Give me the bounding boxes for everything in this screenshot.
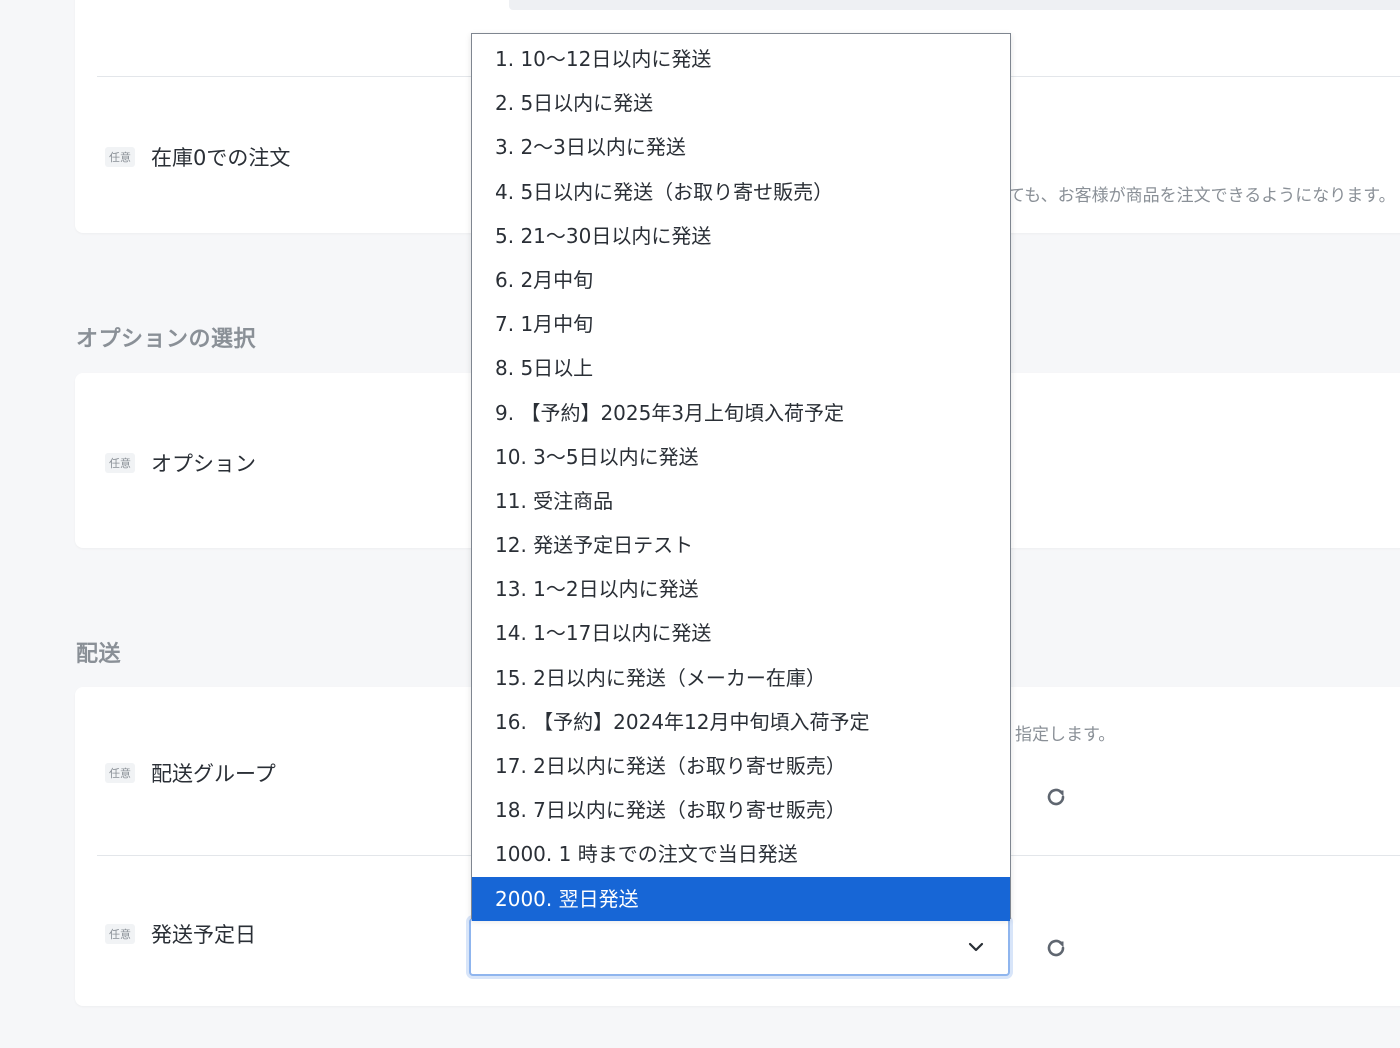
shipping-group-label: 配送グループ [151, 762, 276, 786]
shipping-section-title: 配送 [76, 642, 122, 667]
option-label: オプション [151, 452, 256, 476]
ship-date-label: 発送予定日 [151, 923, 256, 947]
dropdown-option[interactable]: 15. 2日以内に発送（メーカー在庫） [472, 656, 1010, 700]
dropdown-option[interactable]: 18. 7日以内に発送（お取り寄せ販売） [472, 788, 1010, 832]
stock-zero-row-label: 任意 在庫0での注文 [105, 142, 290, 172]
stock-zero-help-text: ても、お客様が商品を注文できるようになります。 [1008, 186, 1396, 206]
optional-badge: 任意 [105, 453, 135, 473]
stock-zero-label: 在庫0での注文 [151, 146, 291, 170]
dropdown-option[interactable]: 2000. 翌日発送 [472, 876, 1010, 921]
dropdown-option[interactable]: 13. 1〜2日以内に発送 [472, 567, 1010, 611]
dropdown-option[interactable]: 17. 2日以内に発送（お取り寄せ販売） [472, 744, 1010, 788]
dropdown-option[interactable]: 11. 受注商品 [472, 479, 1010, 523]
shipping-group-row-label: 任意 配送グループ [105, 758, 276, 788]
dropdown-option[interactable]: 14. 1〜17日以内に発送 [472, 611, 1010, 655]
dropdown-option[interactable]: 5. 21〜30日以内に発送 [472, 214, 1010, 258]
ship-date-select[interactable] [469, 918, 1010, 976]
ship-date-row-label: 任意 発送予定日 [105, 919, 256, 949]
dropdown-option[interactable]: 6. 2月中旬 [472, 258, 1010, 302]
dropdown-option[interactable]: 16. 【予約】2024年12月中旬頃入荷予定 [472, 700, 1010, 744]
dropdown-option[interactable]: 1000. 1 時までの注文で当日発送 [472, 832, 1010, 876]
dropdown-option[interactable]: 2. 5日以内に発送 [472, 81, 1010, 125]
options-section-title: オプションの選択 [76, 327, 257, 352]
chevron-down-icon [968, 942, 984, 952]
dropdown-options: 1. 10〜12日以内に発送 2. 5日以内に発送 3. 2〜3日以内に発送 4… [472, 34, 1010, 921]
dropdown-option[interactable]: 8. 5日以上 [472, 346, 1010, 390]
optional-badge: 任意 [105, 147, 135, 167]
ship-date-dropdown-list: 1. 10〜12日以内に発送 2. 5日以内に発送 3. 2〜3日以内に発送 4… [471, 33, 1011, 921]
refresh-icon[interactable] [1044, 936, 1068, 960]
dropdown-option[interactable]: 7. 1月中旬 [472, 302, 1010, 346]
dropdown-option[interactable]: 4. 5日以内に発送（お取り寄せ販売） [472, 170, 1010, 214]
dropdown-option[interactable]: 9. 【予約】2025年3月上旬頃入荷予定 [472, 391, 1010, 435]
dropdown-option[interactable]: 3. 2〜3日以内に発送 [472, 125, 1010, 169]
shipping-group-help-text: 指定します。 [1015, 725, 1116, 745]
dropdown-option[interactable]: 1. 10〜12日以内に発送 [472, 37, 1010, 81]
top-input-field[interactable] [509, 0, 1400, 10]
optional-badge: 任意 [105, 763, 135, 783]
refresh-icon[interactable] [1044, 785, 1068, 809]
option-row-label: 任意 オプション [105, 448, 256, 478]
dropdown-option[interactable]: 10. 3〜5日以内に発送 [472, 435, 1010, 479]
dropdown-option[interactable]: 12. 発送予定日テスト [472, 523, 1010, 567]
optional-badge: 任意 [105, 924, 135, 944]
